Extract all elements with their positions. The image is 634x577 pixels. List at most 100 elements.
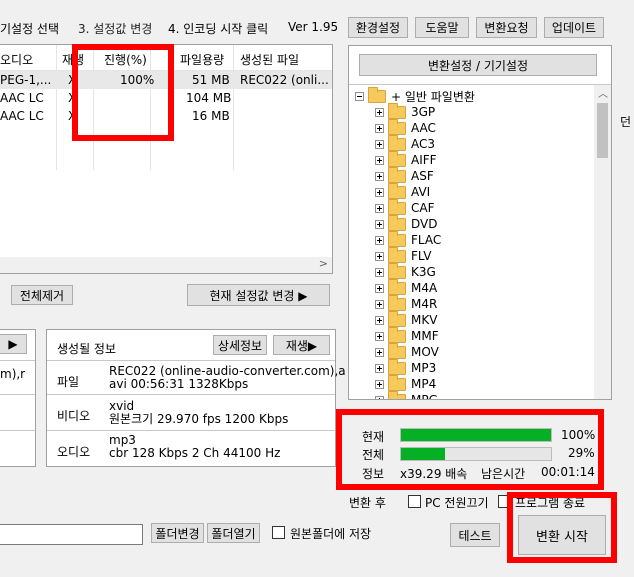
expand-icon[interactable] xyxy=(375,235,384,245)
folder-change-button[interactable]: 폴더변경 xyxy=(151,523,204,543)
format-tree[interactable]: + 일반 파일변환 3GP AAC AC3 AIFF ASF AVI CAF DVD FLAC F… xyxy=(349,84,611,399)
folder-open-button[interactable]: 폴더열기 xyxy=(207,523,260,543)
preview-play-button[interactable]: 재생▶ xyxy=(273,335,330,355)
expand-icon[interactable] xyxy=(375,283,384,293)
tree-item-dvd[interactable]: DVD xyxy=(375,214,437,232)
tree-item-label: MOV xyxy=(411,345,439,359)
preferences-button[interactable]: 환경설정 xyxy=(348,17,408,38)
tree-item-avi[interactable]: AVI xyxy=(375,182,430,200)
folder-icon xyxy=(388,166,406,183)
scroll-right-icon[interactable]: > xyxy=(319,257,328,270)
folder-icon xyxy=(388,182,406,199)
tree-item-mp4[interactable]: MP4 xyxy=(375,374,436,392)
tree-item-mp3[interactable]: MP3 xyxy=(375,358,436,376)
help-button[interactable]: 도움말 xyxy=(415,17,469,38)
save-to-original-label[interactable]: 원본폴더에 저장 xyxy=(290,525,371,542)
tree-item-mov[interactable]: MOV xyxy=(375,342,439,360)
conversion-request-button[interactable]: 변환요청 xyxy=(476,17,537,38)
update-button[interactable]: 업데이트 xyxy=(544,17,604,38)
change-settings-button[interactable]: 현재 설정값 변경 ▶ xyxy=(187,284,330,306)
expand-icon[interactable] xyxy=(375,299,384,309)
pc-off-checkbox[interactable] xyxy=(408,495,421,508)
expand-icon[interactable] xyxy=(375,187,384,197)
tree-item-flac[interactable]: FLAC xyxy=(375,230,441,248)
remove-all-button[interactable]: 전체제거 xyxy=(11,285,73,305)
expand-icon[interactable] xyxy=(375,267,384,277)
tree-item-k3g[interactable]: K3G xyxy=(375,262,436,280)
expand-icon[interactable] xyxy=(375,155,384,165)
folder-icon xyxy=(388,102,406,119)
tree-item-mmf[interactable]: MMF xyxy=(375,326,439,344)
video-info-line2: 원본크기 29.970 fps 1200 Kbps xyxy=(109,412,289,426)
expand-icon[interactable] xyxy=(375,315,384,325)
expand-icon[interactable] xyxy=(375,219,384,229)
start-button-highlight xyxy=(507,492,617,563)
left-play-button[interactable]: ▶ xyxy=(0,334,27,354)
col-audio-header[interactable]: 오디오 xyxy=(0,51,33,68)
step4-label: 4. 인코딩 시작 클릭 xyxy=(168,22,269,36)
expand-icon[interactable] xyxy=(375,251,384,261)
output-info-panel: 생성될 정보 상세정보 재생▶ 파일 REC022 (online-audio-… xyxy=(46,329,346,467)
tree-item-label: MKV xyxy=(411,313,438,327)
collapse-icon[interactable] xyxy=(355,91,364,101)
folder-icon xyxy=(388,278,406,295)
col-size-header[interactable]: 파일용량 xyxy=(180,51,224,68)
video-label: 비디오 xyxy=(57,409,91,423)
expand-icon[interactable] xyxy=(375,331,384,341)
tree-item-mpg[interactable]: MPG xyxy=(375,390,438,399)
tree-item-label: AAC xyxy=(411,121,436,135)
row-size: 104 MB xyxy=(186,91,232,105)
tree-item-flv[interactable]: FLV xyxy=(375,246,431,264)
detail-info-button[interactable]: 상세정보 xyxy=(213,335,267,355)
folder-icon xyxy=(388,294,406,311)
scroll-thumb[interactable] xyxy=(597,103,608,158)
test-button[interactable]: 테스트 xyxy=(450,523,500,547)
folder-icon xyxy=(388,198,406,215)
expand-icon[interactable] xyxy=(375,171,384,181)
tree-scrollbar[interactable]: ︿ xyxy=(594,85,611,399)
expand-icon[interactable] xyxy=(375,123,384,133)
expand-icon[interactable] xyxy=(375,395,384,399)
tree-item-aac[interactable]: AAC xyxy=(375,118,436,136)
row-audio: PEG-1,... xyxy=(0,73,52,87)
row-audio: AAC LC xyxy=(0,109,44,123)
pc-off-label[interactable]: PC 전원끄기 xyxy=(425,494,489,511)
tree-item-label: AC3 xyxy=(411,137,436,151)
tree-item-3gp[interactable]: 3GP xyxy=(375,102,435,120)
row-size: 51 MB xyxy=(192,73,230,87)
tree-item-mkv[interactable]: MKV xyxy=(375,310,438,328)
tree-item-caf[interactable]: CAF xyxy=(375,198,435,216)
tree-item-label: MPG xyxy=(411,393,438,399)
save-to-original-checkbox[interactable] xyxy=(272,526,285,539)
tree-root-label: + 일반 파일변환 xyxy=(391,89,475,104)
expand-icon[interactable] xyxy=(375,347,384,357)
tree-item-m4a[interactable]: M4A xyxy=(375,278,437,296)
folder-icon xyxy=(388,118,406,135)
tree-item-label: M4R xyxy=(411,297,438,311)
output-folder-field[interactable] xyxy=(0,524,143,545)
folder-icon xyxy=(388,134,406,151)
expand-icon[interactable] xyxy=(375,203,384,213)
settings-panel: 변환설정 / 기기설정 + 일반 파일변환 3GP AAC AC3 AIFF ASF AV… xyxy=(348,45,612,400)
conversion-settings-button[interactable]: 변환설정 / 기기설정 xyxy=(359,54,597,76)
step2-label: 기설정 선택 xyxy=(0,22,60,36)
folder-icon xyxy=(388,246,406,263)
scroll-up-icon[interactable]: ︿ xyxy=(598,85,608,100)
audio-info-line2: cbr 128 Kbps 2 Ch 44100 Hz xyxy=(109,446,281,460)
expand-icon[interactable] xyxy=(375,139,384,149)
horizontal-scrollbar[interactable]: > xyxy=(0,257,332,273)
tree-item-ac3[interactable]: AC3 xyxy=(375,134,436,152)
tree-item-asf[interactable]: ASF xyxy=(375,166,434,184)
tree-item-aiff[interactable]: AIFF xyxy=(375,150,437,168)
after-convert-label: 변환 후 xyxy=(349,496,386,510)
folder-icon xyxy=(388,374,406,391)
tree-item-label: CAF xyxy=(411,201,435,215)
folder-icon xyxy=(388,310,406,327)
tree-item-m4r[interactable]: M4R xyxy=(375,294,438,312)
col-output-header[interactable]: 생성된 파일 xyxy=(240,51,299,68)
expand-icon[interactable] xyxy=(375,107,384,117)
expand-icon[interactable] xyxy=(375,363,384,373)
tree-item-label: ASF xyxy=(411,169,434,183)
expand-icon[interactable] xyxy=(375,379,384,389)
tree-root[interactable]: + 일반 파일변환 xyxy=(355,86,475,104)
